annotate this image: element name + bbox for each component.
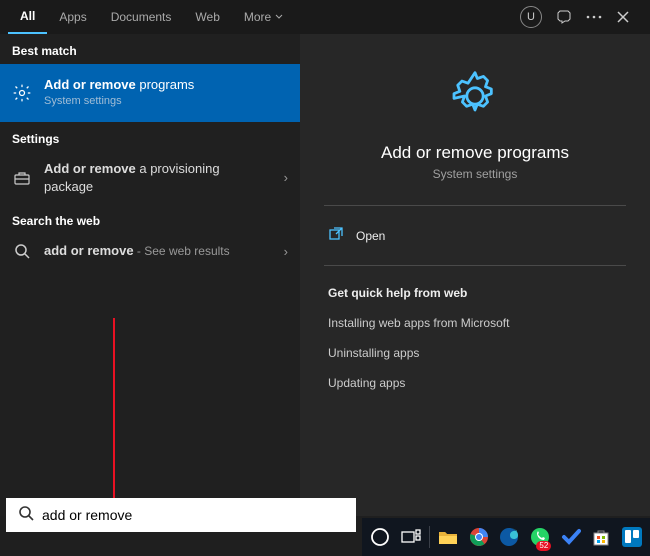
store-icon[interactable] bbox=[587, 520, 616, 554]
quick-help-heading: Get quick help from web bbox=[324, 274, 626, 308]
open-icon bbox=[328, 226, 344, 245]
gear-icon bbox=[12, 81, 32, 105]
todo-icon[interactable] bbox=[556, 520, 585, 554]
result-web-search[interactable]: add or remove - See web results › bbox=[0, 234, 300, 268]
results-panel: Best match Add or remove programs System… bbox=[0, 34, 300, 516]
chevron-right-icon: › bbox=[284, 170, 288, 185]
tab-documents[interactable]: Documents bbox=[99, 0, 184, 34]
result-add-remove-programs[interactable]: Add or remove programs System settings bbox=[0, 64, 300, 122]
detail-title: Add or remove programs bbox=[381, 143, 569, 163]
whatsapp-icon[interactable]: 52 bbox=[526, 520, 555, 554]
task-view-icon[interactable] bbox=[397, 520, 426, 554]
tab-bar: All Apps Documents Web More U bbox=[0, 0, 650, 34]
trello-icon[interactable] bbox=[617, 520, 646, 554]
briefcase-icon bbox=[12, 169, 32, 187]
file-explorer-icon[interactable] bbox=[434, 520, 463, 554]
tab-apps[interactable]: Apps bbox=[47, 0, 98, 34]
section-search-web: Search the web bbox=[0, 204, 300, 234]
quick-help-link-1[interactable]: Uninstalling apps bbox=[324, 338, 626, 368]
tab-web[interactable]: Web bbox=[183, 0, 231, 34]
close-icon[interactable] bbox=[616, 10, 630, 24]
feedback-icon[interactable] bbox=[556, 9, 572, 25]
detail-panel: Add or remove programs System settings O… bbox=[300, 34, 650, 516]
gear-icon bbox=[447, 68, 503, 129]
search-box[interactable] bbox=[6, 498, 356, 532]
chevron-right-icon: › bbox=[284, 244, 288, 259]
taskbar: 52 bbox=[362, 518, 650, 556]
quick-help-link-2[interactable]: Updating apps bbox=[324, 368, 626, 398]
result-provisioning-package[interactable]: Add or remove a provisioning package › bbox=[0, 152, 300, 204]
search-input[interactable] bbox=[42, 507, 344, 523]
tab-all[interactable]: All bbox=[8, 0, 47, 34]
whatsapp-badge: 52 bbox=[536, 541, 551, 551]
search-icon bbox=[18, 505, 34, 526]
cortana-icon[interactable] bbox=[366, 520, 395, 554]
search-icon bbox=[12, 243, 32, 259]
open-button[interactable]: Open bbox=[324, 214, 626, 257]
detail-subtitle: System settings bbox=[433, 167, 518, 181]
quick-help-link-0[interactable]: Installing web apps from Microsoft bbox=[324, 308, 626, 338]
section-settings: Settings bbox=[0, 122, 300, 152]
chrome-icon[interactable] bbox=[465, 520, 494, 554]
edge-icon[interactable] bbox=[495, 520, 524, 554]
tab-more[interactable]: More bbox=[232, 0, 295, 34]
more-options-icon[interactable] bbox=[586, 15, 602, 19]
user-avatar[interactable]: U bbox=[520, 6, 542, 28]
section-best-match: Best match bbox=[0, 34, 300, 64]
